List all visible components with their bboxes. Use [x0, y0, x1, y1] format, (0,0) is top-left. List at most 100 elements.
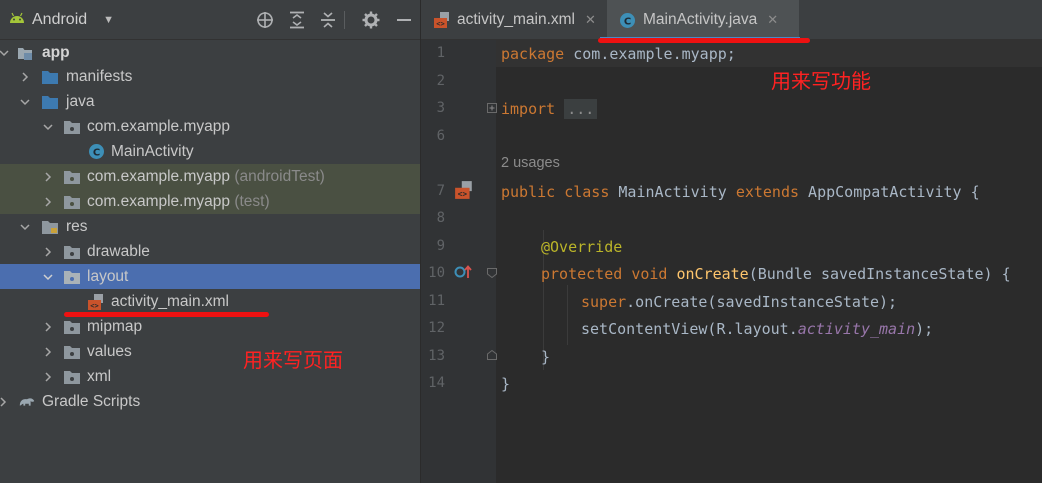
package-icon: [63, 368, 81, 386]
chevron-down-icon[interactable]: [42, 121, 54, 133]
annotation-underline-xml: [64, 312, 269, 317]
project-toolbar: Android ▼: [0, 0, 420, 40]
usages-hint[interactable]: 2 usages: [501, 155, 560, 171]
line-number: 11: [428, 293, 445, 309]
tree-item-label: xml: [87, 367, 112, 385]
tree-item-activity-main-xml[interactable]: <> activity_main.xml: [0, 289, 420, 314]
code-line-13[interactable]: }: [541, 348, 550, 366]
tree-item-mainactivity[interactable]: C MainActivity: [0, 139, 420, 164]
chevron-right-icon[interactable]: [0, 396, 9, 408]
tree-item-values[interactable]: values: [0, 339, 420, 364]
tree-item-label: res: [66, 217, 88, 235]
annotation-java-note: 用来写功能: [771, 69, 871, 93]
package-icon: [63, 318, 81, 336]
chevron-right-icon[interactable]: [42, 371, 54, 383]
module-icon: [16, 44, 34, 62]
chevron-down-icon[interactable]: [0, 47, 10, 59]
tree-item-label: java: [66, 92, 95, 110]
chevron-right-icon[interactable]: [42, 196, 54, 208]
close-icon[interactable]: ✕: [767, 12, 778, 28]
res-folder-icon: [41, 218, 59, 236]
fold-marker-icon[interactable]: [487, 350, 497, 360]
chevron-right-icon[interactable]: [42, 171, 54, 183]
code-line-12[interactable]: setContentView(R.layout.activity_main);: [581, 320, 933, 338]
fold-marker-icon[interactable]: [487, 103, 497, 113]
chevron-down-icon[interactable]: [42, 271, 54, 283]
chevron-right-icon[interactable]: [42, 246, 54, 258]
code-line-11[interactable]: super.onCreate(savedInstanceState);: [581, 293, 897, 311]
toolbar-divider: [344, 11, 345, 29]
annotation-xml-note: 用来写页面: [243, 348, 343, 372]
tree-item-label: manifests: [66, 67, 133, 85]
line-number: 2: [436, 73, 445, 89]
project-view-selector[interactable]: Android ▼: [8, 9, 114, 31]
tree-item-label: activity_main.xml: [111, 292, 229, 310]
annotation-underline-java: [598, 38, 810, 43]
folded-imports[interactable]: ...: [564, 99, 598, 119]
tree-item-xml[interactable]: xml: [0, 364, 420, 389]
tree-item-layout[interactable]: layout: [0, 264, 420, 289]
tree-item-label: Gradle Scripts: [42, 392, 141, 410]
tree-item-label: layout: [87, 267, 129, 285]
package-icon: [63, 268, 81, 286]
code-line-9[interactable]: @Override: [541, 238, 622, 256]
class-icon: C: [87, 143, 105, 161]
tree-item-label: drawable: [87, 242, 150, 260]
tree-item-java[interactable]: java: [0, 89, 420, 114]
tree-item-hint: (test): [234, 192, 270, 210]
tree-item-mipmap[interactable]: mipmap: [0, 314, 420, 339]
code-editor: <> activity_main.xml ✕ C MainActivity.ja…: [421, 0, 1042, 483]
code-line-7[interactable]: public class MainActivity extends AppCom…: [501, 183, 980, 201]
svg-text:C: C: [624, 16, 631, 27]
chevron-down-icon[interactable]: [19, 221, 31, 233]
code-line-3[interactable]: import ...: [501, 99, 598, 119]
editor-tab-bar: <> activity_main.xml ✕ C MainActivity.ja…: [421, 0, 1042, 40]
package-icon: [63, 243, 81, 261]
tab-mainactivity-java[interactable]: C MainActivity.java ✕: [607, 0, 799, 40]
tree-item-package-test[interactable]: com.example.myapp (test): [0, 189, 420, 214]
tab-label: MainActivity.java: [643, 11, 758, 28]
fold-marker-icon[interactable]: [487, 268, 497, 278]
tree-item-package-main[interactable]: com.example.myapp: [0, 114, 420, 139]
chevron-down-icon[interactable]: [19, 96, 31, 108]
line-number: 6: [436, 128, 445, 144]
minimize-icon[interactable]: [394, 10, 414, 30]
line-number: 3: [436, 100, 445, 116]
collapse-all-icon[interactable]: [318, 10, 338, 30]
chevron-right-icon[interactable]: [19, 71, 31, 83]
override-marker-icon[interactable]: [454, 264, 474, 284]
tree-item-label: values: [87, 342, 132, 360]
chevron-right-icon[interactable]: [42, 346, 54, 358]
svg-text:<>: <>: [90, 302, 98, 310]
gradle-icon: [18, 393, 36, 411]
tree-item-manifests[interactable]: manifests: [0, 64, 420, 89]
tree-item-package-androidtest[interactable]: com.example.myapp (androidTest): [0, 164, 420, 189]
tree-item-label: com.example.myapp: [87, 117, 231, 135]
package-icon: [63, 193, 81, 211]
code-line-14[interactable]: }: [501, 375, 510, 393]
android-icon: [8, 11, 26, 30]
tree-item-res[interactable]: res: [0, 214, 420, 239]
chevron-down-icon: ▼: [103, 14, 115, 26]
tree-item-label: com.example.myapp (androidTest): [87, 167, 325, 185]
line-number: 1: [436, 45, 445, 61]
tree-item-gradle-scripts[interactable]: Gradle Scripts: [0, 389, 420, 414]
crosshair-icon[interactable]: [255, 10, 275, 30]
gear-icon[interactable]: [361, 10, 381, 30]
svg-text:C: C: [92, 148, 99, 159]
svg-text:<>: <>: [436, 20, 444, 28]
line-number: 8: [436, 210, 445, 226]
folder-icon: [41, 93, 59, 111]
tree-item-drawable[interactable]: drawable: [0, 239, 420, 264]
tree-item-app[interactable]: app: [0, 40, 420, 65]
chevron-right-icon[interactable]: [42, 321, 54, 333]
code-line-1[interactable]: package com.example.myapp;: [501, 45, 736, 63]
svg-text:<>: <>: [458, 190, 468, 199]
tree-item-label: app: [42, 43, 70, 61]
expand-all-icon[interactable]: [287, 10, 307, 30]
xml-layout-icon[interactable]: <>: [454, 180, 474, 204]
code-line-10[interactable]: protected void onCreate(Bundle savedInst…: [541, 265, 1011, 283]
close-icon[interactable]: ✕: [585, 12, 596, 28]
package-icon: [63, 168, 81, 186]
tab-activity-main-xml[interactable]: <> activity_main.xml ✕: [421, 0, 600, 40]
